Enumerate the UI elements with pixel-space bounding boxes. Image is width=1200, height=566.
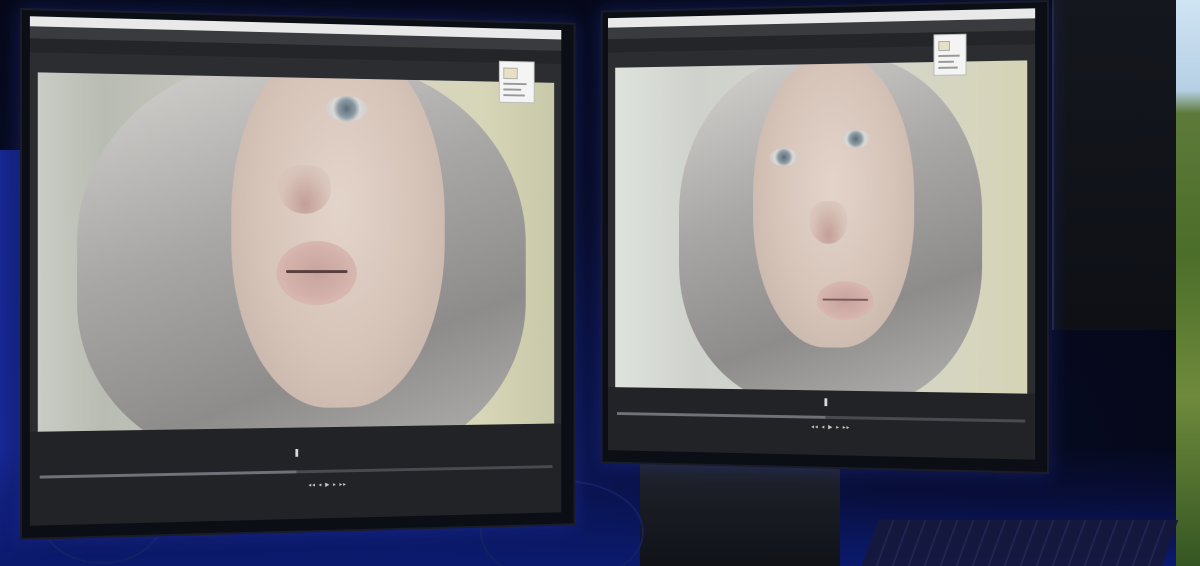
playback-controls-icon[interactable]: ◂◂ ◂ ▶ ▸ ▸▸	[308, 481, 346, 489]
left-monitor-screen: ◂◂ ◂ ▶ ▸ ▸▸	[29, 16, 562, 526]
timeline-panel[interactable]: ◂◂ ◂ ▶ ▸ ▸▸	[29, 423, 562, 526]
eye	[325, 95, 368, 122]
mouth	[286, 270, 348, 274]
studio-scene: ◂◂ ◂ ▶ ▸ ▸▸ ◂◂ ◂ ▶ ▸ ▸▸	[0, 0, 1200, 566]
floating-panel[interactable]	[498, 60, 535, 104]
panel-line	[938, 54, 960, 58]
video-frame	[615, 60, 1028, 394]
keyboard	[861, 520, 1179, 566]
playhead-icon[interactable]	[295, 448, 299, 457]
mouth	[822, 298, 869, 301]
face	[231, 72, 445, 410]
panel-line	[938, 60, 954, 63]
color-chip	[503, 67, 518, 80]
playback-controls-icon[interactable]: ◂◂ ◂ ▶ ▸ ▸▸	[811, 423, 850, 431]
playhead-icon[interactable]	[824, 398, 828, 407]
nose	[809, 200, 848, 244]
timeline-panel[interactable]: ◂◂ ◂ ▶ ▸ ▸▸	[607, 387, 1036, 460]
panel-line	[503, 82, 527, 86]
panel-line	[503, 94, 525, 97]
monitor-stand	[640, 462, 840, 566]
panel-line	[938, 66, 958, 69]
timeline-progress	[617, 412, 826, 419]
video-frame	[37, 72, 555, 432]
left-monitor: ◂◂ ◂ ▶ ▸ ▸▸	[20, 8, 576, 540]
timeline-progress	[39, 470, 297, 479]
panel-line	[503, 88, 522, 91]
unlit-monitor	[1052, 0, 1178, 330]
nose	[278, 164, 331, 214]
floating-panel[interactable]	[933, 33, 967, 76]
window-view	[1176, 0, 1200, 566]
right-monitor-screen: ◂◂ ◂ ▶ ▸ ▸▸	[607, 8, 1036, 460]
color-chip	[938, 40, 950, 52]
right-monitor: ◂◂ ◂ ▶ ▸ ▸▸	[600, 0, 1049, 474]
